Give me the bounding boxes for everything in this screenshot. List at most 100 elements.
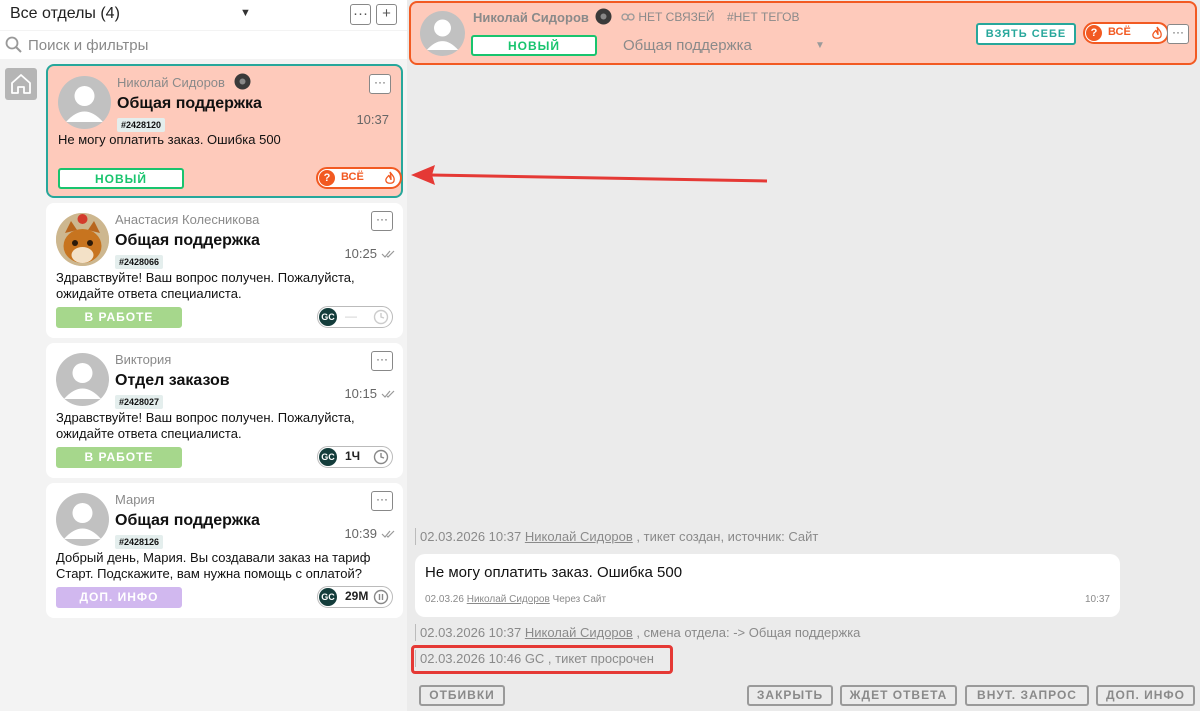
ticket-department: Общая поддержка (117, 95, 262, 112)
event-text: , тикет создан, источник: Сайт (636, 529, 819, 544)
ticket-preview: Добрый день, Мария. Вы создавали заказ н… (56, 550, 371, 581)
links-field[interactable]: НЕТ СВЯЗЕЙ (621, 10, 715, 24)
event-time: 02.03.2026 10:37 (420, 625, 522, 640)
ticket-menu-button[interactable]: ··· (369, 74, 391, 94)
close-ticket-button[interactable]: ЗАКРЫТЬ (747, 685, 833, 706)
read-ticks-icon (381, 390, 395, 398)
status-badge[interactable]: В РАБОТЕ (56, 447, 182, 468)
department-select[interactable]: Общая поддержка (623, 37, 752, 54)
ticket-preview: Не могу оплатить заказ. Ошибка 500 (58, 132, 281, 147)
clock-icon (373, 449, 389, 465)
history-event: 02.03.2026 10:37 Николай Сидоров , тикет… (415, 528, 818, 545)
side-rail (0, 60, 42, 711)
message-time: 10:37 (1084, 594, 1110, 605)
message-user-link[interactable]: Николай Сидоров (467, 594, 550, 605)
ticket-menu-button[interactable]: ··· (1167, 24, 1189, 44)
contact-name: Николай Сидоров (473, 10, 589, 25)
event-user-link[interactable]: Николай Сидоров (525, 529, 633, 544)
history-event: 02.03.2026 10:37 Николай Сидоров , смена… (415, 624, 860, 641)
contact-name: Николай Сидоров (117, 75, 225, 90)
contact-name: Мария (115, 492, 155, 507)
caret-down-icon[interactable]: ▼ (240, 7, 251, 19)
user-placeholder-icon (64, 503, 101, 539)
priority-label: ВСЁ (341, 171, 364, 183)
ticket-menu-button[interactable]: ··· (371, 351, 393, 371)
status-badge[interactable]: НОВЫЙ (58, 168, 184, 189)
timer-value: — (345, 309, 357, 323)
event-user-link[interactable]: Николай Сидоров (525, 625, 633, 640)
search-icon (5, 36, 22, 53)
telegram-icon (234, 73, 251, 90)
department-selector[interactable]: Все отделы (4) ▼ ··· + (0, 0, 407, 30)
department-title: Все отделы (4) (10, 5, 120, 22)
ticket-id: #2428027 (115, 395, 164, 409)
ticket-id: #2428066 (115, 255, 164, 269)
take-ticket-button[interactable]: ВЗЯТЬ СЕБЕ (976, 23, 1076, 45)
status-badge[interactable]: В РАБОТЕ (56, 307, 182, 328)
ticket-card[interactable]: Виктория ··· Отдел заказов #2428027 10:1… (46, 343, 403, 478)
gc-badge: GC (319, 588, 337, 606)
ticket-time: 10:15 (344, 386, 377, 401)
ticket-id: #2428126 (115, 535, 164, 549)
read-ticks-icon (381, 530, 395, 538)
ticket-department: Отдел заказов (115, 372, 230, 389)
home-button[interactable] (5, 68, 37, 100)
ticket-list-panel: Все отделы (4) ▼ ··· + Николай Сидоров ·… (0, 0, 407, 711)
ticket-time: 10:25 (344, 246, 377, 261)
search-bar (0, 31, 407, 59)
links-label: НЕТ СВЯЗЕЙ (638, 10, 715, 24)
add-button[interactable]: + (376, 4, 397, 25)
ticket-card[interactable]: Николай Сидоров ··· Общая поддержка #242… (46, 64, 403, 198)
ticket-card[interactable]: Анастасия Колесникова ··· Общая поддержк… (46, 203, 403, 338)
timer-value: 29М (345, 589, 369, 603)
ticket-cards: Николай Сидоров ··· Общая поддержка #242… (42, 60, 407, 711)
priority-pill[interactable]: ? ВСЁ (316, 167, 402, 189)
extra-info-button[interactable]: ДОП. ИНФО (1096, 685, 1195, 706)
internal-request-button[interactable]: ВНУТ. ЗАПРОС (965, 685, 1089, 706)
fire-icon (385, 171, 395, 184)
message-meta: 02.03.26 Николай Сидоров Через Сайт (425, 594, 606, 605)
ticket-time: 10:37 (356, 112, 389, 127)
tags-field[interactable]: #НЕТ ТЕГОВ (727, 10, 800, 24)
link-icon (621, 13, 635, 21)
avatar (56, 353, 109, 406)
avatar (58, 76, 111, 129)
telegram-icon (595, 8, 612, 25)
list-menu-button[interactable]: ··· (350, 4, 371, 25)
ticket-card[interactable]: Мария ··· Общая поддержка #2428126 10:39… (46, 483, 403, 618)
status-badge[interactable]: ДОП. ИНФО (56, 587, 182, 608)
fire-icon (1152, 26, 1162, 39)
avatar (56, 213, 109, 266)
contact-name: Виктория (115, 352, 172, 367)
question-icon: ? (1086, 25, 1102, 41)
event-text: , смена отдела: -> Общая поддержка (636, 625, 861, 640)
caret-down-icon[interactable]: ▼ (815, 40, 825, 51)
priority-label: ВСЁ (1108, 26, 1131, 38)
timer-pill[interactable]: GC 29М (317, 586, 393, 608)
read-ticks-icon (381, 250, 395, 258)
priority-pill[interactable]: ? ВСЁ (1083, 22, 1169, 44)
cat-photo (56, 213, 109, 266)
ticket-department: Общая поддержка (115, 512, 260, 529)
clock-icon (373, 309, 389, 325)
avatar (56, 493, 109, 546)
ticket-menu-button[interactable]: ··· (371, 211, 393, 231)
waiting-reply-button[interactable]: ЖДЕТ ОТВЕТА (840, 685, 957, 706)
ticket-department: Общая поддержка (115, 232, 260, 249)
timer-value: 1Ч (345, 449, 361, 463)
timer-pill[interactable]: GC 1Ч (317, 446, 393, 468)
annotation-arrow (411, 165, 768, 185)
ticket-header: Николай Сидоров НЕТ СВЯЗЕЙ #НЕТ ТЕГОВ НО… (409, 1, 1197, 65)
search-input[interactable] (28, 35, 388, 55)
ticket-id: #2428120 (117, 118, 166, 132)
ticket-menu-button[interactable]: ··· (371, 491, 393, 511)
timer-pill[interactable]: GC — (317, 306, 393, 328)
ticket-time: 10:39 (344, 526, 377, 541)
templates-button[interactable]: ОТБИВКИ (419, 685, 505, 706)
ticket-preview: Здравствуйте! Ваш вопрос получен. Пожалу… (56, 410, 355, 441)
user-placeholder-icon (426, 19, 459, 51)
message-bubble: Не могу оплатить заказ. Ошибка 500 02.03… (415, 554, 1120, 617)
status-badge[interactable]: НОВЫЙ (471, 35, 597, 56)
gc-badge: GC (319, 308, 337, 326)
annotation-highlight-box (411, 645, 673, 674)
